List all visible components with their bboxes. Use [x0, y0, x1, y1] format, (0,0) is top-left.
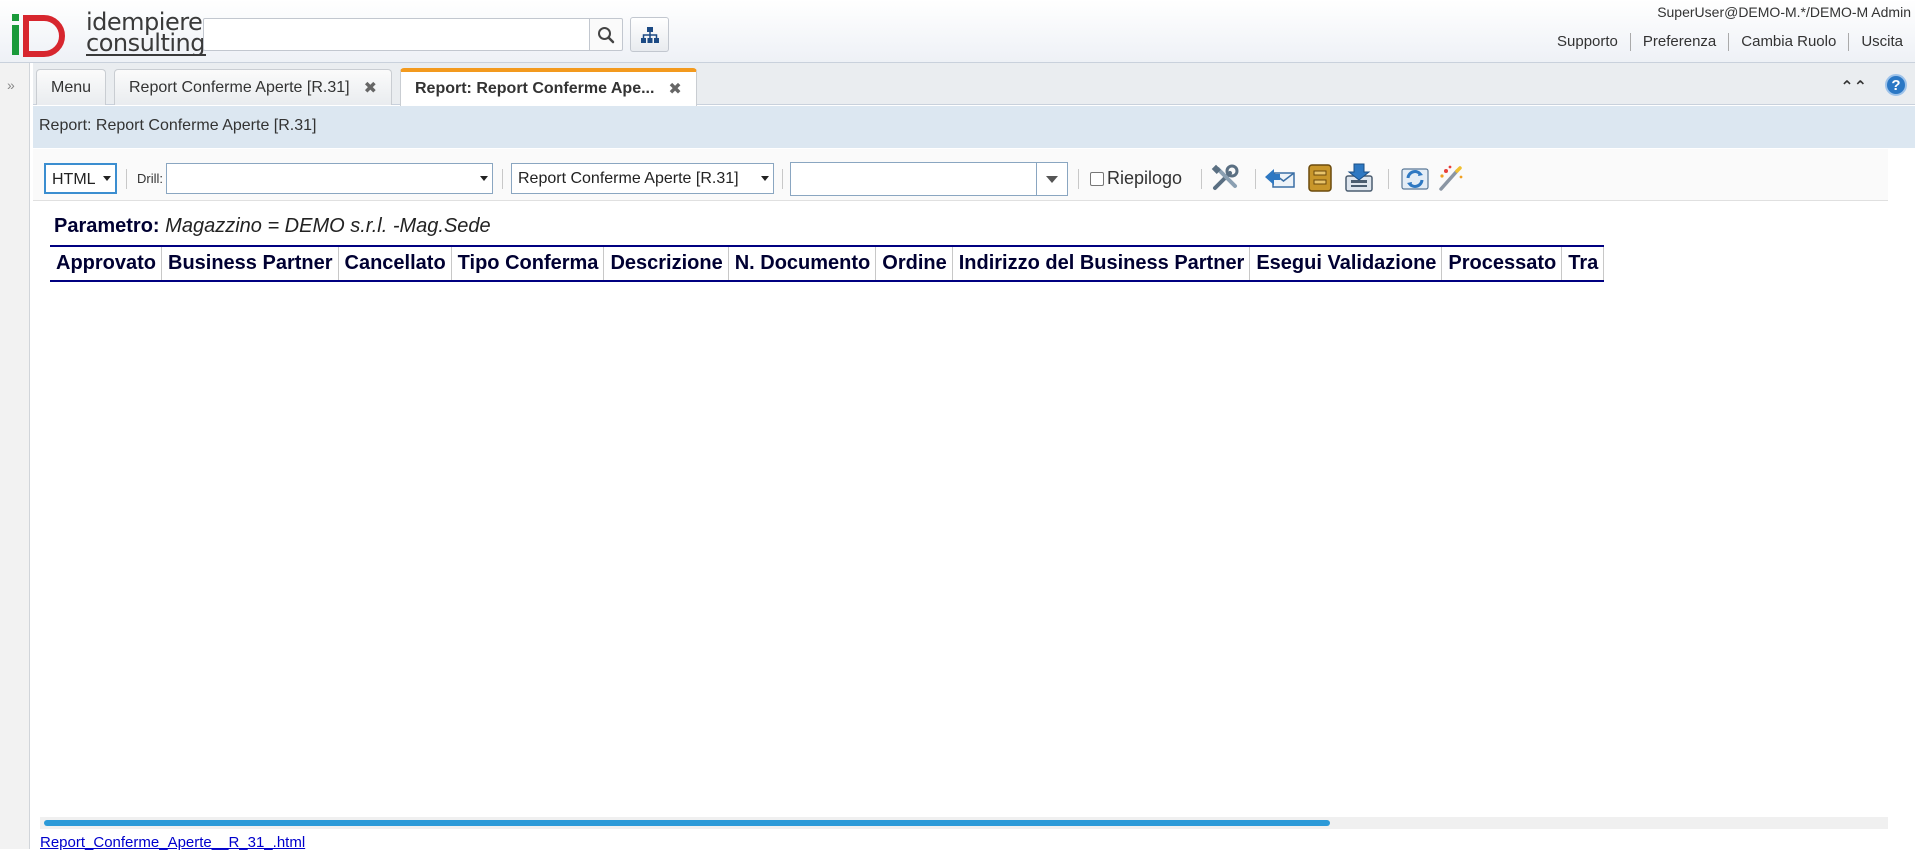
column-header: Descrizione [603, 246, 729, 281]
checkbox-box[interactable] [1090, 171, 1104, 186]
refresh-icon [1401, 168, 1429, 190]
separator [1078, 169, 1079, 189]
global-search-input[interactable] [203, 18, 590, 51]
column-header: Cancellato [338, 246, 452, 281]
report-table: Approvato Business Partner Cancellato Ti… [50, 245, 1605, 282]
wizard-button[interactable] [1433, 161, 1467, 195]
column-header: Indirizzo del Business Partner [952, 246, 1251, 281]
header-links: Supporto Preferenza Cambia Ruolo Uscita [1545, 33, 1915, 51]
chevron-down-icon[interactable] [1036, 163, 1067, 195]
tab-label: Report: Report Conferme Ape... [415, 80, 655, 97]
drill-select[interactable] [166, 163, 493, 194]
link-preferences[interactable]: Preferenza [1629, 33, 1728, 51]
chevron-down-icon [99, 165, 115, 192]
tab-label: Report Conferme Aperte [R.31] [129, 78, 350, 96]
scrollbar-thumb[interactable] [44, 820, 1330, 826]
separator [1388, 169, 1389, 189]
separator [1255, 169, 1256, 189]
expand-panel-icon[interactable]: » [7, 77, 15, 93]
tab-menu[interactable]: Menu [36, 69, 107, 105]
send-mail-button[interactable] [1263, 161, 1297, 195]
logo-text: idempiere consulting [86, 8, 206, 57]
chevron-down-icon [757, 164, 773, 193]
separator [782, 169, 783, 189]
summary-checkbox[interactable]: Riepilogo [1090, 168, 1182, 189]
sitemap-icon [640, 26, 659, 43]
column-header: N. Documento [728, 246, 877, 281]
parameter-label: Parametro: [54, 215, 160, 237]
drill-label: Drill: [137, 171, 163, 186]
search-button[interactable] [590, 18, 623, 51]
customize-icon [1211, 164, 1239, 190]
window-title: Report: Report Conferme Aperte [R.31] [33, 106, 1915, 148]
column-header: Ordine [875, 246, 953, 281]
collapse-header-icon[interactable]: ⌃⌃ [1840, 77, 1867, 97]
separator [502, 169, 503, 189]
column-header: Tipo Conferma [451, 246, 605, 281]
tab-report-window[interactable]: Report Conferme Aperte [R.31] ✖ [114, 69, 392, 105]
format-select[interactable]: HTML [44, 163, 117, 194]
column-header: Processato [1441, 246, 1563, 281]
search-icon [598, 26, 615, 43]
separator [126, 169, 127, 189]
close-icon[interactable]: ✖ [364, 78, 377, 98]
export-button[interactable] [1342, 161, 1376, 195]
customize-report-button[interactable] [1208, 161, 1242, 195]
archive-icon [1308, 164, 1332, 192]
parameter-value: Magazzino = DEMO s.r.l. -Mag.Sede [165, 215, 491, 237]
print-format-value: Report Conferme Aperte [R.31] [518, 170, 739, 187]
close-icon[interactable]: ✖ [668, 79, 681, 99]
summary-label: Riepilogo [1107, 168, 1183, 188]
west-panel-collapsed: » [0, 63, 30, 849]
link-logout[interactable]: Uscita [1848, 33, 1915, 51]
app-header: idempiere consulting SuperUser@DEMO-M.*/… [0, 0, 1915, 63]
report-toolbar: HTML Drill: Report Conferme Aperte [R.31… [33, 149, 1888, 201]
help-icon[interactable]: ? [1885, 74, 1907, 96]
report-parameter: Parametro: Magazzino = DEMO s.r.l. -Mag.… [54, 215, 491, 238]
column-header: Approvato [50, 246, 162, 281]
table-header-row: Approvato Business Partner Cancellato Ti… [50, 246, 1605, 281]
tab-report-viewer[interactable]: Report: Report Conferme Ape... ✖ [400, 68, 697, 106]
column-header: Tra [1561, 246, 1605, 281]
tab-label: Menu [51, 78, 92, 96]
find-combobox[interactable] [790, 162, 1068, 196]
column-header: Esegui Validazione [1249, 246, 1443, 281]
separator [1201, 169, 1202, 189]
chevron-down-icon [476, 164, 492, 193]
window-tabbar: Menu Report Conferme Aperte [R.31] ✖ Rep… [33, 63, 1915, 106]
send-mail-icon [1265, 169, 1295, 188]
menu-tree-button[interactable] [630, 17, 669, 52]
print-format-select[interactable]: Report Conferme Aperte [R.31] [511, 163, 774, 194]
link-support[interactable]: Supporto [1545, 33, 1630, 51]
format-select-value: HTML [52, 171, 96, 188]
archive-button[interactable] [1303, 161, 1337, 195]
export-icon [1345, 163, 1373, 192]
idempiere-logo-icon [12, 14, 65, 57]
user-info[interactable]: SuperUser@DEMO-M.*/DEMO-M Admin [1657, 4, 1911, 20]
app-logo[interactable]: idempiere consulting [10, 8, 206, 58]
refresh-button[interactable] [1398, 161, 1432, 195]
report-viewer: Parametro: Magazzino = DEMO s.r.l. -Mag.… [40, 205, 1888, 815]
link-change-role[interactable]: Cambia Ruolo [1728, 33, 1848, 51]
column-header: Business Partner [161, 246, 339, 281]
report-file-link[interactable]: Report_Conferme_Aperte__R_31_.html [40, 834, 305, 851]
horizontal-scrollbar[interactable] [40, 817, 1888, 829]
wizard-icon [1439, 165, 1463, 191]
